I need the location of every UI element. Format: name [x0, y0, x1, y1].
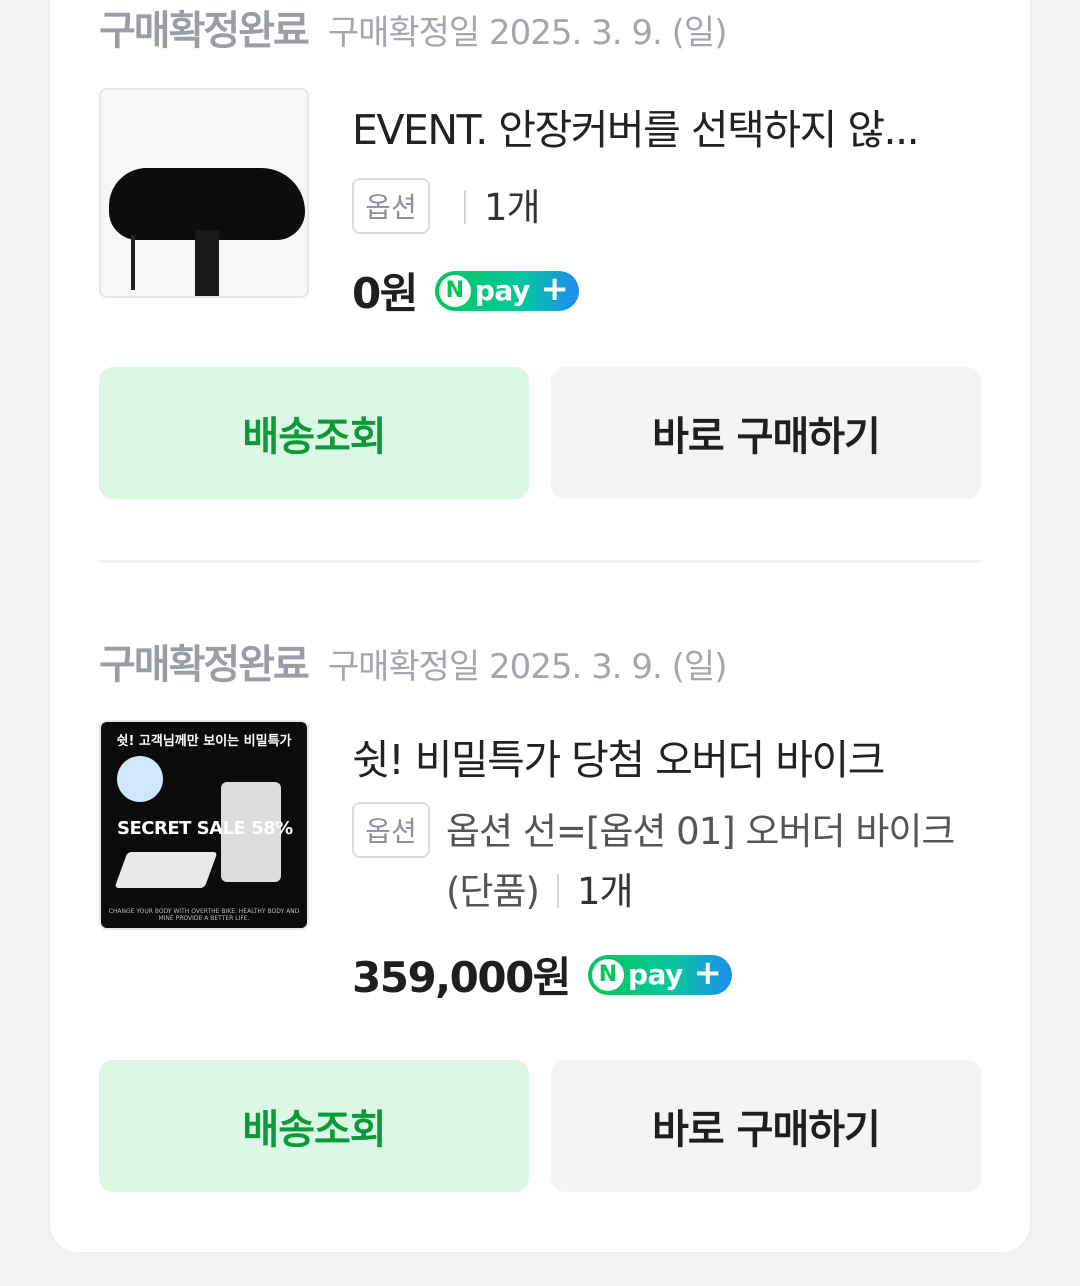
npay-plus-badge: N pay + [587, 952, 732, 995]
order-header: 구매확정완료 구매확정일 2025. 3. 9. (일) [99, 632, 727, 688]
order-divider [99, 560, 981, 563]
quantity: 1개 [576, 870, 634, 913]
npay-label: pay [627, 958, 683, 991]
order-status: 구매확정완료 [99, 642, 310, 688]
order-item: 구매확정완료 구매확정일 2025. 3. 9. (일) 쉿! 고객님께만 보이… [99, 632, 981, 1192]
order-actions: 배송조회 바로 구매하기 [99, 1060, 981, 1192]
option-text: 1개 [446, 178, 541, 238]
plus-icon: + [693, 952, 722, 993]
option-row: 옵션 옵션 선=[옵션 01] 오버더 바이크 (단품) 1개 [352, 802, 981, 922]
product-name[interactable]: EVENT. 안장커버를 선택하지 않... [352, 96, 981, 156]
npay-label: pay [474, 274, 530, 307]
price: 0원 [352, 269, 418, 318]
product-info: EVENT. 안장커버를 선택하지 않... 옵션 1개 0원 N pay + [352, 96, 981, 321]
track-delivery-button[interactable]: 배송조회 [99, 367, 529, 499]
product-thumbnail[interactable] [99, 88, 309, 298]
quantity: 1개 [484, 186, 541, 229]
buy-now-button[interactable]: 바로 구매하기 [551, 1060, 981, 1192]
price-row: 0원 N pay + [352, 260, 981, 321]
option-row: 옵션 1개 [352, 178, 981, 238]
buy-now-button[interactable]: 바로 구매하기 [551, 367, 981, 499]
order-item: 구매확정완료 구매확정일 2025. 3. 9. (일) EVENT. 안장커버… [99, 0, 981, 499]
plus-icon: + [540, 268, 569, 309]
bike-base-image [114, 852, 218, 888]
order-actions: 배송조회 바로 구매하기 [99, 367, 981, 499]
confirm-date: 구매확정일 2025. 3. 9. (일) [327, 647, 728, 687]
npay-plus-badge: N pay + [434, 268, 579, 311]
thumbnail-footer-text: CHANGE YOUR BODY WITH OVERTHE BIKE. HEAL… [108, 908, 300, 922]
confirm-date: 구매확정일 2025. 3. 9. (일) [327, 13, 728, 53]
seat-post-shape [195, 230, 219, 296]
product-info: 쉿! 비밀특가 당첨 오버더 바이크 옵션 옵션 선=[옵션 01] 오버더 바… [352, 726, 981, 1005]
product-name[interactable]: 쉿! 비밀특가 당첨 오버더 바이크 [352, 726, 981, 786]
price: 359,000원 [352, 953, 571, 1002]
option-badge: 옵션 [352, 178, 430, 234]
seat-cord-shape [131, 235, 135, 290]
thumbnail-sale-text: SECRET SALE 58% [117, 818, 293, 839]
option-text: 옵션 선=[옵션 01] 오버더 바이크 (단품) 1개 [446, 802, 981, 922]
product-thumbnail[interactable]: 쉿! 고객님께만 보이는 비밀특가 SECRET SALE 58% CHANGE… [99, 720, 309, 930]
thumbnail-title: 쉿! 고객님께만 보이는 비밀특가 [116, 734, 292, 749]
order-status: 구매확정완료 [99, 8, 310, 54]
option-badge: 옵션 [352, 802, 430, 858]
order-header: 구매확정완료 구매확정일 2025. 3. 9. (일) [99, 0, 727, 54]
npay-n-icon: N [591, 958, 624, 991]
track-delivery-button[interactable]: 배송조회 [99, 1060, 529, 1192]
option-value: 옵션 선=[옵션 01] 오버더 바이크 (단품) [446, 810, 955, 913]
separator [464, 190, 466, 224]
promo-badge-icon [117, 756, 163, 802]
price-row: 359,000원 N pay + [352, 944, 981, 1005]
npay-n-icon: N [438, 274, 471, 307]
separator [556, 874, 559, 908]
